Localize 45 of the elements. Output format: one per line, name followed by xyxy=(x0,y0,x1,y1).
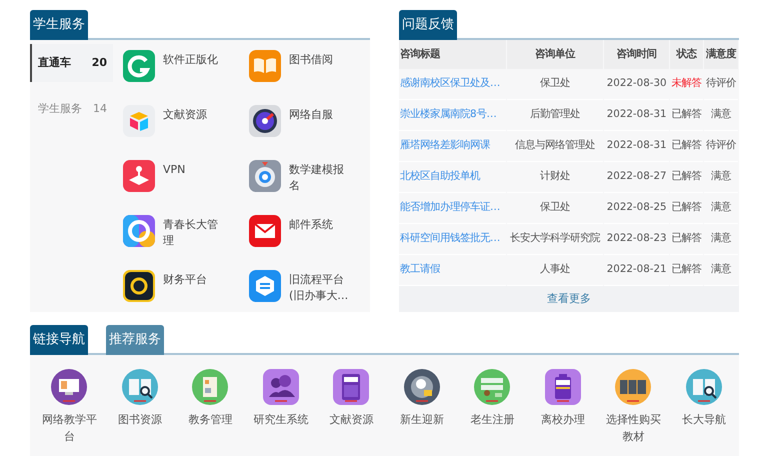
app-link[interactable]: 网络自服 xyxy=(289,104,353,138)
nav-link-label[interactable]: 文献资源 xyxy=(320,411,382,428)
view-more-link[interactable]: 查看更多 xyxy=(399,286,739,312)
column-header: 状态 xyxy=(670,40,704,69)
app-link[interactable]: 数学建模报名 xyxy=(289,158,353,192)
monitor-icon[interactable] xyxy=(51,369,88,405)
column-header: 咨询标题 xyxy=(399,40,506,69)
nav-link-label[interactable]: 研究生系统 xyxy=(250,411,312,428)
app-link[interactable]: 图书借阅 xyxy=(289,48,353,82)
joystick-icon[interactable] xyxy=(123,160,155,192)
nav-link-label[interactable]: 老生注册 xyxy=(461,411,524,428)
app-link[interactable]: 财务平台 xyxy=(163,268,227,302)
column-header: 满意度 xyxy=(704,40,738,69)
column-header: 咨询单位 xyxy=(507,40,604,69)
nav-link-label[interactable]: 网络教学平台 xyxy=(38,411,100,446)
cube-icon[interactable] xyxy=(123,104,155,136)
form-icon[interactable] xyxy=(474,369,510,405)
book-search-icon[interactable] xyxy=(122,369,158,405)
nav-link-label[interactable]: 图书资源 xyxy=(108,411,171,428)
sidebar-item[interactable]: 直通车 20 xyxy=(30,44,113,82)
app-link[interactable]: 旧流程平台(旧办事大… xyxy=(289,268,353,302)
app-link[interactable]: 软件正版化 xyxy=(163,48,227,82)
nav-link-label[interactable]: 离校办理 xyxy=(532,411,594,428)
coin-icon[interactable] xyxy=(123,270,155,302)
app-link[interactable]: 青春长大管理 xyxy=(163,214,227,248)
column-header: 咨询时间 xyxy=(604,40,669,69)
people-icon[interactable] xyxy=(262,369,299,405)
stopwatch-icon[interactable] xyxy=(249,160,281,192)
app-link[interactable]: 文献资源 xyxy=(163,104,227,138)
suitcase-icon[interactable] xyxy=(544,369,581,405)
envelope-icon[interactable] xyxy=(249,214,281,246)
nav-link-label[interactable]: 新生迎新 xyxy=(390,411,453,428)
tab[interactable]: 学生服务 xyxy=(30,10,88,40)
tab[interactable]: 链接导航 xyxy=(30,325,88,355)
nav-link-label[interactable]: 选择性购买教材 xyxy=(602,411,664,446)
tab[interactable]: 问题反馈 xyxy=(399,10,457,40)
book-search-icon[interactable] xyxy=(686,369,722,405)
calculator-icon[interactable] xyxy=(333,369,370,405)
gauge-icon[interactable] xyxy=(249,104,281,136)
app-link[interactable]: 邮件系统 xyxy=(289,214,353,248)
tab[interactable]: 推荐服务 xyxy=(106,325,164,355)
server-icon[interactable] xyxy=(615,369,652,405)
nav-link-label[interactable]: 长大导航 xyxy=(672,411,735,428)
app-link[interactable]: VPN xyxy=(163,158,227,192)
nav-link-label[interactable]: 教务管理 xyxy=(179,411,242,428)
